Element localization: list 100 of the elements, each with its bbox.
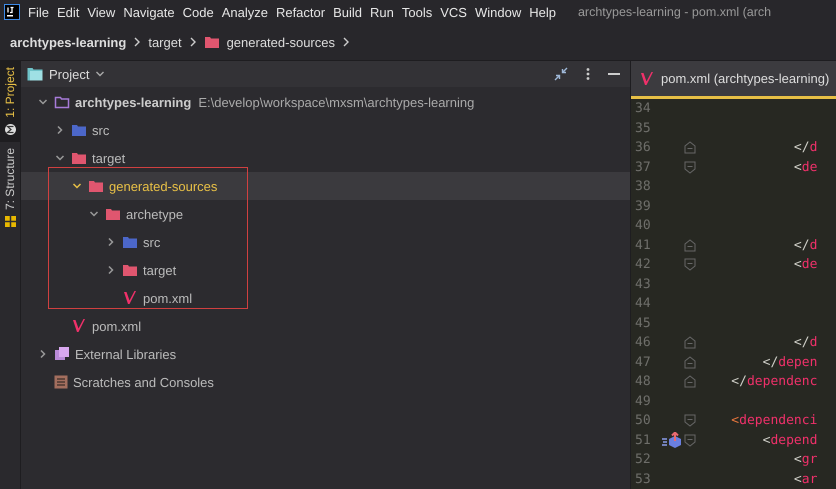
code-line: <dependenci bbox=[730, 413, 818, 428]
code-line: <depend bbox=[762, 432, 818, 448]
chevron-right-icon bbox=[342, 37, 350, 47]
menu-item[interactable]: Navigate bbox=[123, 4, 175, 20]
menu-item[interactable]: Tools bbox=[402, 4, 432, 20]
tree-item[interactable]: External Libraries bbox=[21, 340, 630, 368]
code-line: <de bbox=[792, 160, 818, 175]
panel-title[interactable]: Project bbox=[49, 66, 90, 82]
menu-item[interactable]: Help bbox=[529, 4, 556, 20]
fold-marker-icon[interactable] bbox=[684, 375, 696, 388]
line-number: 43 bbox=[634, 276, 652, 292]
breadcrumb-item[interactable]: target bbox=[148, 34, 182, 50]
chevron-right-icon bbox=[188, 37, 197, 47]
editor-tab[interactable]: pom.xml (archtypes-learning) bbox=[631, 61, 836, 99]
folder-icon bbox=[71, 150, 87, 166]
minimize-icon[interactable] bbox=[608, 72, 620, 76]
tool-window-tab[interactable]: 1: Project bbox=[0, 61, 20, 142]
menu-item[interactable]: Build bbox=[333, 4, 362, 20]
fold-marker-icon[interactable] bbox=[684, 336, 696, 350]
line-number: 47 bbox=[634, 354, 652, 370]
chevron-down-icon[interactable] bbox=[38, 97, 48, 107]
folder-icon bbox=[105, 206, 121, 222]
tree-item[interactable]: generated-sources bbox=[21, 172, 630, 200]
chevron-right-icon bbox=[133, 37, 142, 47]
implemented-marker-icon[interactable] bbox=[661, 432, 683, 448]
menu-item[interactable]: Refactor bbox=[276, 4, 326, 20]
chevron-down-icon[interactable] bbox=[95, 70, 106, 78]
code-line: </d bbox=[792, 335, 818, 350]
tree-item[interactable]: src bbox=[21, 228, 630, 256]
chevron-right-icon[interactable] bbox=[106, 265, 116, 275]
chevron-right-icon[interactable] bbox=[38, 349, 48, 359]
line-number: 37 bbox=[634, 160, 652, 175]
tree-item[interactable]: target bbox=[21, 144, 630, 172]
collapse-all-icon[interactable] bbox=[554, 67, 568, 81]
code-line: </depen bbox=[762, 354, 818, 370]
app-logo-icon bbox=[4, 4, 20, 20]
menu-item[interactable]: Run bbox=[370, 4, 394, 20]
line-number: 51 bbox=[634, 432, 652, 448]
line-number: 41 bbox=[634, 238, 652, 253]
source-folder-icon bbox=[122, 234, 138, 250]
fold-marker-icon[interactable] bbox=[684, 160, 696, 174]
line-number: 40 bbox=[634, 218, 652, 234]
chevron-down-icon[interactable] bbox=[89, 209, 99, 219]
tree-item[interactable]: src bbox=[21, 116, 630, 144]
code-line: <gr bbox=[792, 452, 818, 468]
folder-icon bbox=[204, 34, 220, 50]
folder-icon bbox=[88, 178, 104, 194]
code-line: </dependenc bbox=[730, 374, 818, 390]
line-number: 35 bbox=[634, 120, 652, 136]
line-number: 45 bbox=[634, 316, 652, 331]
line-number: 44 bbox=[634, 296, 652, 312]
code-line: <de bbox=[792, 257, 818, 272]
line-number: 39 bbox=[634, 198, 652, 214]
tree-item[interactable]: archetype bbox=[21, 200, 630, 228]
line-number: 42 bbox=[634, 257, 652, 272]
fold-marker-icon[interactable] bbox=[684, 258, 696, 272]
source-folder-icon bbox=[71, 122, 87, 138]
tree-item[interactable]: Scratches and Consoles bbox=[21, 368, 630, 396]
line-number: 49 bbox=[634, 394, 652, 409]
chevron-right-icon[interactable] bbox=[106, 237, 116, 247]
tree-item[interactable]: pom.xml bbox=[21, 284, 630, 312]
fold-marker-icon[interactable] bbox=[684, 238, 696, 252]
line-number: 36 bbox=[634, 140, 652, 156]
fold-marker-icon[interactable] bbox=[684, 414, 696, 428]
check-mark-icon bbox=[71, 318, 87, 334]
menu-item[interactable]: Analyze bbox=[222, 4, 268, 20]
line-number: 38 bbox=[634, 179, 652, 194]
tool-window-tab[interactable]: 7: Structure bbox=[0, 142, 20, 234]
fold-marker-icon[interactable] bbox=[684, 434, 696, 447]
breadcrumb-item[interactable]: generated-sources bbox=[226, 34, 335, 50]
folder-icon bbox=[27, 67, 43, 81]
check-mark-icon bbox=[122, 290, 138, 306]
folder-outline-icon bbox=[54, 94, 70, 110]
menu-item[interactable]: Window bbox=[474, 4, 522, 20]
line-number: 52 bbox=[634, 452, 652, 468]
more-options-icon[interactable] bbox=[586, 67, 590, 81]
chevron-down-icon[interactable] bbox=[72, 181, 82, 191]
line-number: 46 bbox=[634, 335, 652, 350]
menu-item[interactable]: View bbox=[87, 4, 116, 20]
tree-item[interactable]: archtypes-learning E:\develop\workspace\mxsm\archtypes-learning bbox=[21, 88, 630, 116]
menu-item[interactable]: VCS bbox=[440, 4, 467, 20]
menu-item[interactable]: File bbox=[28, 4, 49, 20]
menu-item[interactable]: Code bbox=[182, 4, 214, 20]
structure-icon bbox=[4, 214, 16, 228]
chevron-right-icon[interactable] bbox=[55, 125, 65, 135]
fold-marker-icon[interactable] bbox=[684, 141, 696, 154]
fold-marker-icon[interactable] bbox=[684, 356, 696, 369]
library-icon bbox=[54, 346, 70, 362]
code-line: </d bbox=[792, 140, 818, 156]
line-number: 34 bbox=[634, 101, 652, 116]
line-number: 53 bbox=[634, 472, 652, 487]
scratches-icon bbox=[54, 375, 68, 389]
breadcrumb-item[interactable]: archtypes-learning bbox=[10, 34, 126, 50]
tree-item[interactable]: pom.xml bbox=[21, 312, 630, 340]
project-path: E:\develop\workspace\mxsm\archtypes-learning bbox=[198, 94, 474, 110]
menu-item[interactable]: Edit bbox=[56, 4, 80, 20]
line-number: 48 bbox=[634, 374, 652, 390]
tree-item[interactable]: target bbox=[21, 256, 630, 284]
chevron-down-icon[interactable] bbox=[55, 153, 65, 163]
code-line: </d bbox=[792, 238, 818, 253]
